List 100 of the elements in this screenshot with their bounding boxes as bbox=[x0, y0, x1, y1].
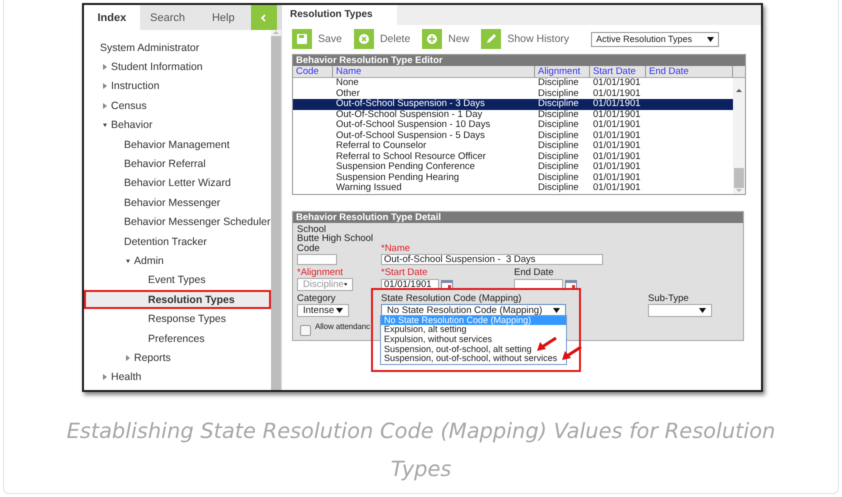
tree-item[interactable]: Behavior Letter Wizard bbox=[124, 177, 231, 190]
dropdown-option[interactable]: Suspension, out-of-school, alt setting bbox=[381, 344, 533, 354]
table-cell-text: Discipline bbox=[537, 99, 580, 110]
column-header[interactable]: Name bbox=[333, 66, 535, 77]
dropdown[interactable]: Intense bbox=[297, 304, 349, 316]
table-cell-text: 01/01/1901 bbox=[592, 141, 642, 152]
caret-icon bbox=[707, 36, 714, 42]
caret-icon bbox=[553, 308, 560, 312]
tree-item[interactable]: Resolution Types bbox=[148, 294, 235, 306]
table-cell-text: Referral to School Resource Officer bbox=[335, 152, 487, 162]
column-header[interactable]: Alignment bbox=[535, 66, 590, 77]
tree-item[interactable]: Behavior Messenger Scheduler bbox=[124, 216, 270, 228]
tree-item[interactable]: Preferences bbox=[148, 332, 205, 345]
input-field[interactable]: Out-of-School Suspension - 3 Days bbox=[381, 254, 603, 264]
tree-item[interactable]: Response Types bbox=[148, 313, 226, 326]
calendar-icon bbox=[565, 278, 577, 290]
toolbar-button[interactable]: Delete bbox=[354, 29, 414, 49]
table-cell-text: Discipline bbox=[537, 162, 580, 172]
column-header[interactable]: Code bbox=[293, 66, 333, 77]
table-cell-text: Discipline bbox=[537, 141, 580, 152]
tree-item[interactable]: Behavior bbox=[111, 119, 152, 132]
panel-header: Behavior Resolution Type Detail bbox=[293, 212, 743, 222]
input-field[interactable] bbox=[297, 254, 337, 264]
table-cell-text: Discipline bbox=[537, 152, 580, 162]
dropdown-option[interactable]: Expulsion, alt setting bbox=[381, 325, 468, 335]
field-label: State Resolution Code (Mapping) bbox=[381, 294, 522, 304]
dropdown[interactable] bbox=[648, 304, 712, 316]
caret-icon bbox=[344, 282, 347, 286]
panel-header: Behavior Resolution Type Editor bbox=[293, 55, 745, 66]
caret-icon bbox=[336, 308, 343, 312]
tree-item[interactable]: Detention Tracker bbox=[124, 236, 207, 248]
tree-item[interactable]: Behavior Management bbox=[124, 138, 230, 151]
selected-tree-row[interactable]: Resolution Types bbox=[84, 290, 270, 310]
table-cell-text: None bbox=[335, 78, 360, 88]
tree-item[interactable]: Admin bbox=[134, 254, 164, 267]
x-circle-icon bbox=[358, 33, 370, 45]
filter-dropdown[interactable]: Active Resolution Types bbox=[591, 32, 720, 46]
table-cell-text: 01/01/1901 bbox=[592, 78, 642, 88]
dropdown-list[interactable]: No State Resolution Code (Mapping) Expulsion, alt setting Expulsion, without services Suspension, out-of-school, alt setting Suspension, out-of-school, without services bbox=[380, 314, 567, 365]
tree-item[interactable]: Behavior Messenger bbox=[124, 196, 220, 209]
calendar-icon bbox=[441, 278, 453, 290]
table-cell-text: Out-of-School Suspension - 10 Days bbox=[335, 120, 492, 130]
tree-item[interactable]: Student Information bbox=[111, 61, 203, 74]
field-label: School bbox=[297, 224, 326, 234]
collapse-button[interactable] bbox=[251, 5, 278, 30]
field-label: Code bbox=[297, 244, 321, 254]
tree-item[interactable]: Reports bbox=[134, 352, 171, 364]
tree-item[interactable]: Census bbox=[111, 100, 147, 112]
caret-icon bbox=[699, 308, 706, 312]
scroll-up-icon bbox=[736, 88, 742, 93]
table-cell-text: Other bbox=[335, 88, 361, 99]
table-cell-text: 01/01/1901 bbox=[592, 99, 642, 110]
column-header[interactable]: Start Date bbox=[590, 66, 646, 77]
table-cell-text: Discipline bbox=[537, 172, 580, 183]
date-field[interactable]: 01/01/1901 bbox=[381, 278, 439, 290]
table-cell-text: Discipline bbox=[537, 130, 580, 141]
tree-item[interactable]: Behavior Referral bbox=[124, 158, 206, 170]
table-cell-text: Warning Issued bbox=[335, 183, 403, 194]
field-label: Category bbox=[297, 294, 337, 304]
table-cell-text: Discipline bbox=[537, 120, 580, 130]
page-tab[interactable]: Resolution Types bbox=[282, 5, 397, 25]
column-header[interactable]: End Date bbox=[646, 66, 733, 77]
table-cell-text: Discipline bbox=[537, 110, 580, 120]
chevron-left-icon bbox=[261, 14, 268, 22]
dropdown[interactable]: No State Resolution Code (Mapping) bbox=[381, 304, 566, 316]
tree-item[interactable]: System Administrator bbox=[100, 42, 200, 54]
table-cell-text: Discipline bbox=[537, 88, 580, 99]
pencil-icon bbox=[485, 33, 498, 45]
table-cell-text: Discipline bbox=[537, 183, 580, 194]
table-cell-text: 01/01/1901 bbox=[592, 172, 642, 183]
image-caption: Establishing State Resolution Code (Mapping) Values for Resolution Types bbox=[66, 418, 776, 483]
toolbar-button[interactable]: Show History bbox=[481, 29, 574, 49]
sidebar-tab[interactable]: Index bbox=[84, 5, 140, 30]
table-cell-text: 01/01/1901 bbox=[592, 162, 642, 172]
table-cell-text: Out-of-School Suspension - 3 Days bbox=[335, 99, 486, 110]
plus-circle-icon bbox=[426, 33, 438, 45]
toolbar-button[interactable]: Save bbox=[292, 29, 346, 49]
dropdown-option[interactable]: Expulsion, without services bbox=[381, 334, 494, 345]
school-name: Butte High School bbox=[297, 234, 374, 244]
dropdown-option[interactable]: Suspension, out-of-school, without services bbox=[381, 354, 558, 364]
table-cell-text: 01/01/1901 bbox=[592, 152, 642, 162]
table-cell-text: 01/01/1901 bbox=[592, 183, 642, 194]
field-label: *Alignment bbox=[297, 268, 344, 278]
table-cell-text: Referral to Counselor bbox=[335, 141, 428, 152]
field-label: End Date bbox=[514, 268, 555, 278]
table-cell-text: Discipline bbox=[537, 78, 580, 88]
tree-item[interactable]: Health bbox=[111, 371, 142, 384]
toolbar-button[interactable]: New bbox=[422, 29, 474, 49]
table-cell-text: 01/01/1901 bbox=[592, 110, 642, 120]
tree-item[interactable]: Instruction bbox=[111, 80, 160, 92]
checkbox-label: Allow attendanc bbox=[315, 322, 370, 330]
checkbox[interactable] bbox=[300, 324, 311, 336]
table-cell-text: Suspension Pending Conference bbox=[335, 162, 476, 172]
date-field[interactable] bbox=[514, 278, 563, 290]
selected-table-row[interactable]: Out-of-School Suspension - 3 Days Discipline 01/01/1901 bbox=[293, 99, 733, 110]
table-cell-text: 01/01/1901 bbox=[592, 120, 642, 130]
table-cell-text: 01/01/1901 bbox=[592, 88, 642, 99]
table-cell-text: 01/01/1901 bbox=[592, 130, 642, 141]
tree-item[interactable]: Event Types bbox=[148, 274, 206, 286]
field-label: *Name bbox=[381, 244, 412, 254]
